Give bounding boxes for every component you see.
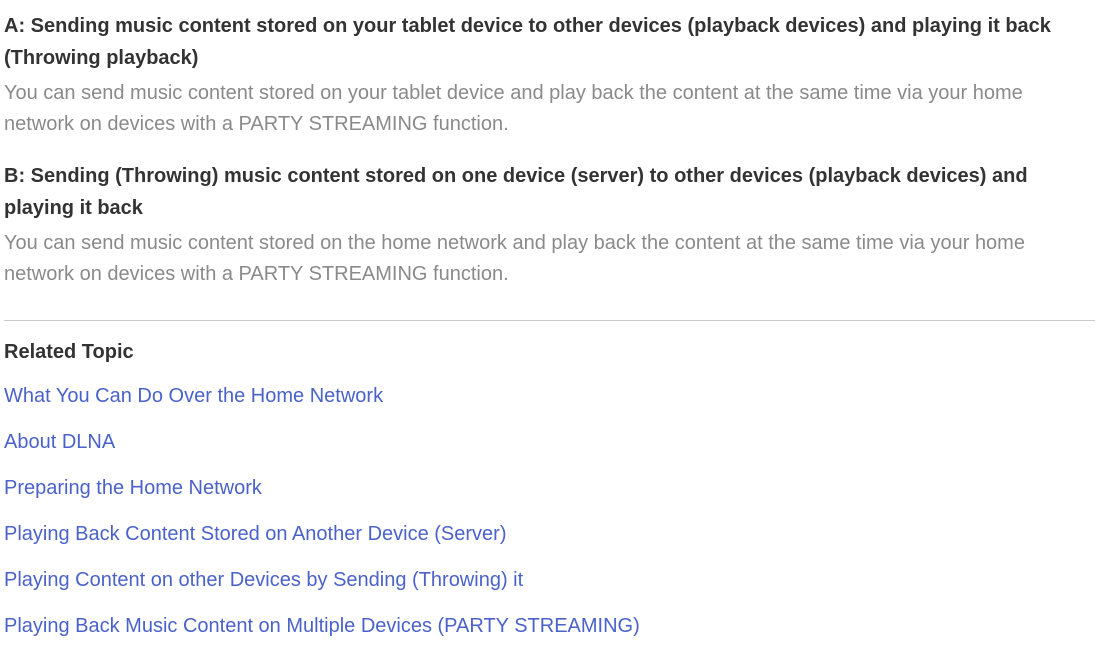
related-links-list: What You Can Do Over the Home Network Ab… (4, 381, 1095, 641)
related-link[interactable]: What You Can Do Over the Home Network (4, 381, 383, 411)
divider (4, 320, 1095, 321)
section-b-body: You can send music content stored on the… (4, 228, 1095, 290)
related-topic-heading: Related Topic (4, 337, 1095, 367)
section-b-heading: B: Sending (Throwing) music content stor… (4, 160, 1095, 224)
section-a-body: You can send music content stored on you… (4, 78, 1095, 140)
section-a-heading: A: Sending music content stored on your … (4, 10, 1095, 74)
related-link[interactable]: Playing Content on other Devices by Send… (4, 565, 523, 595)
related-link[interactable]: Playing Back Music Content on Multiple D… (4, 611, 640, 641)
related-link[interactable]: Preparing the Home Network (4, 473, 262, 503)
related-link[interactable]: About DLNA (4, 427, 115, 457)
page-container: A: Sending music content stored on your … (0, 0, 1105, 661)
related-link[interactable]: Playing Back Content Stored on Another D… (4, 519, 506, 549)
